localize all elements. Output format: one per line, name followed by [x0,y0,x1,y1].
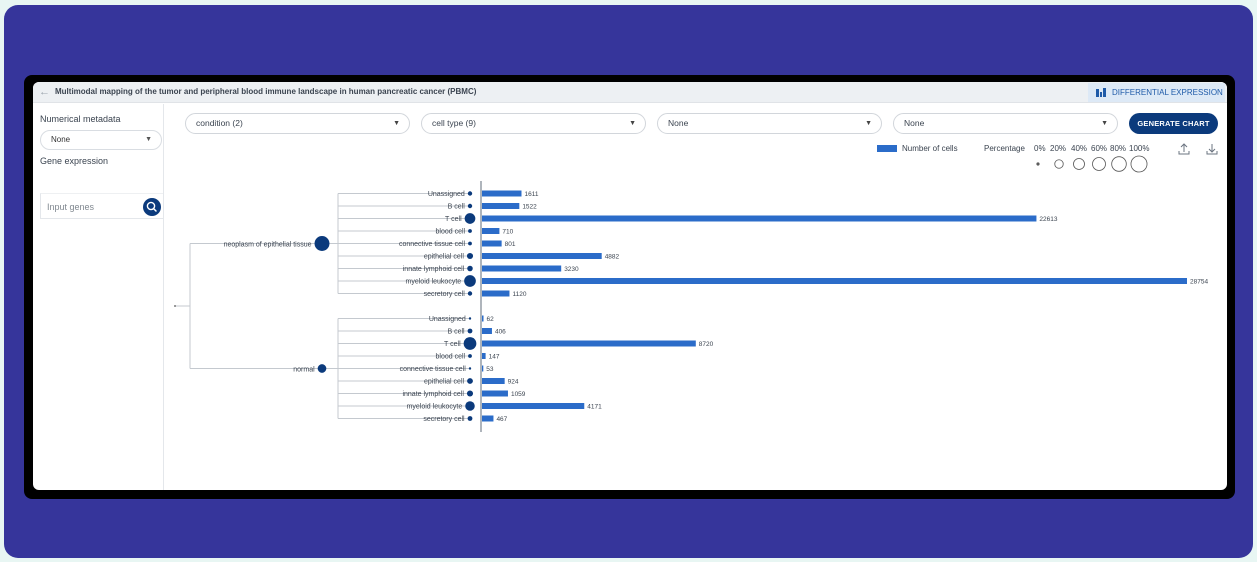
bar [482,278,1187,284]
category-label: connective tissue cell [400,366,467,373]
category-label: T cell [445,216,462,223]
legend-percentage-circle [1130,155,1148,173]
category-label: B cell [447,329,465,336]
group-label: neoplasm of epithelial tissue [224,241,312,248]
bar-value-label: 467 [496,416,507,423]
bar-value-label: 4882 [605,254,620,261]
bar [482,253,602,259]
category-label: innate lymphoid cell [403,266,465,273]
bar [482,390,508,397]
leaf-node [467,328,473,334]
category-label: T cell [444,341,461,348]
group-label: normal [293,366,315,373]
bar-value-label: 53 [486,366,494,373]
bar [482,228,500,234]
bar [482,328,492,334]
bar-value-label: 62 [487,316,495,323]
bar-value-label: 801 [505,241,516,248]
legend-percentage-circle [1092,157,1106,171]
bar-value-label: 710 [502,229,513,236]
category-label: epithelial cell [424,379,465,386]
category-label: blood cell [436,354,466,361]
category-label: blood cell [436,229,466,236]
leaf-node [463,337,477,350]
legend-percentage-circle [1036,162,1040,166]
bar [482,378,505,384]
bar-value-label: 8720 [699,341,714,348]
leaf-node [464,275,476,287]
bar [482,315,484,322]
legend-percentage-circle [1054,159,1064,169]
bar [482,365,484,372]
group-node [314,236,330,251]
bar [482,265,562,272]
legend-percentage-circle [1073,158,1085,170]
category-label: connective tissue cell [399,241,466,248]
bar-value-label: 406 [495,329,506,336]
bar [482,203,520,209]
category-label: myeloid leukocyte [406,279,462,286]
category-label: secretory cell [424,291,466,298]
leaf-node [467,378,473,384]
bar-value-label: 22613 [1039,216,1057,223]
leaf-node [467,416,473,421]
app-window: ← Multimodal mapping of the tumor and pe… [33,82,1227,490]
leaf-node [468,229,472,233]
tree-bar-chart: neoplasm of epithelial tissue Unassigned 1… [174,155,1208,432]
leaf-node [468,354,472,358]
leaf-node [468,367,472,370]
bar-value-label: 1120 [512,291,526,298]
category-label: B cell [448,204,466,211]
category-label: Unassigned [429,316,466,323]
legend-percentage-circle [1111,156,1127,172]
category-label: epithelial cell [424,254,465,261]
category-label: innate lymphoid cell [402,391,464,398]
bar [482,353,486,359]
bar-value-label: 1522 [522,204,537,211]
bar [482,403,585,409]
bar [482,190,522,197]
bar [482,340,696,347]
root-node [174,305,176,307]
bar [482,240,502,247]
bar [482,415,494,422]
bar-value-label: 1611 [524,191,538,198]
leaf-node [467,203,473,209]
bar [482,290,510,297]
bar [482,215,1037,222]
leaf-node [467,265,473,272]
category-label: myeloid leukocyte [407,404,463,411]
category-label: secretory cell [423,416,465,423]
leaf-node [468,241,472,246]
leaf-node [466,252,474,260]
bar-value-label: 924 [508,379,519,386]
bar-value-label: 3230 [564,266,579,273]
leaf-node [466,390,474,397]
bar-value-label: 28754 [1190,279,1208,286]
leaf-node [467,191,473,196]
category-label: Unassigned [428,191,465,198]
leaf-node [465,401,475,411]
group-node [317,364,327,373]
bar-value-label: 147 [489,354,500,361]
leaf-node [467,291,473,296]
leaf-node [464,213,476,224]
leaf-node [468,317,472,320]
bar-value-label: 1059 [511,391,526,398]
bar-value-label: 4171 [587,404,602,411]
